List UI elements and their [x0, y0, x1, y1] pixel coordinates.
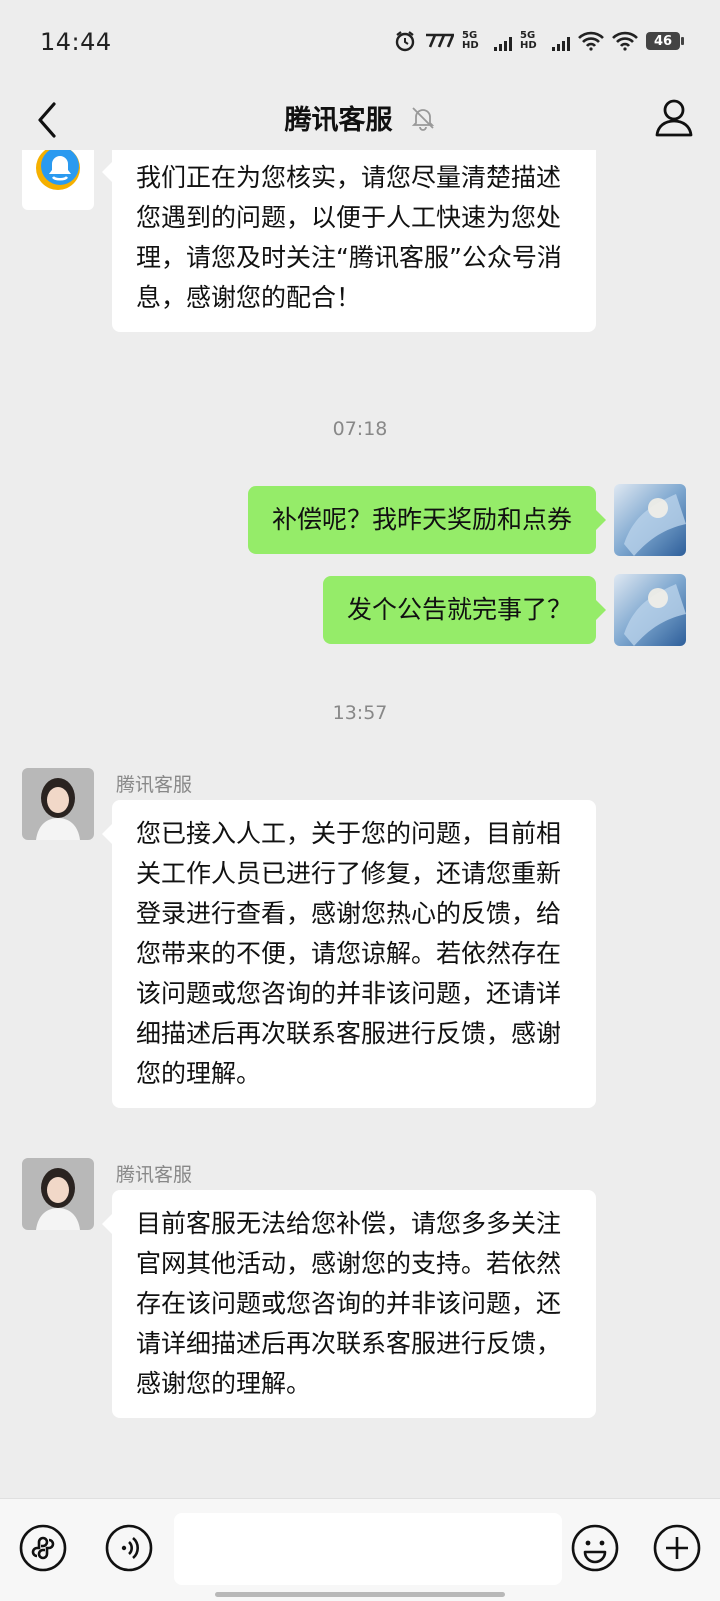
message-text: 补偿呢？我昨天奖励和点券: [271, 505, 572, 534]
profile-button[interactable]: [650, 94, 698, 142]
network-label-2: 5G HD: [520, 31, 570, 51]
emoji-icon: [571, 1524, 619, 1572]
person-icon: [655, 99, 693, 137]
timestamp: 13:57: [332, 702, 388, 724]
agent-photo: [22, 1158, 94, 1230]
signal-icon: [494, 37, 512, 51]
wifi-icon: [578, 31, 604, 51]
incoming-message[interactable]: 目前客服无法给您补偿，请您多多关注官网其他活动，感谢您的支持。若依然存在该问题或…: [102, 1190, 596, 1418]
message-text: 目前客服无法给您补偿，请您多多关注官网其他活动，感谢您的支持。若依然存在该问题或…: [136, 1209, 562, 1398]
chat-title: 腾讯客服: [284, 105, 393, 136]
chat-area[interactable]: 我们正在为您核实，请您尽量清楚描述您遇到的问题，以便于人工快速为您处理，请您及时…: [0, 150, 720, 1498]
alarm-icon: [395, 31, 415, 52]
user-avatar[interactable]: [614, 574, 686, 646]
user-avatar-image: [614, 484, 686, 556]
home-indicator[interactable]: [215, 1592, 505, 1597]
message-text: 您已接入人工，关于您的问题，目前相关工作人员已进行了修复，还请您重新登录进行查看…: [136, 819, 562, 1088]
outgoing-message[interactable]: 发个公告就完事了？: [322, 576, 607, 644]
wifi-icon: [612, 31, 638, 51]
sender-name: 腾讯客服: [116, 1164, 193, 1186]
tencent-logo-icon: [36, 150, 80, 190]
input-bar: [0, 1498, 720, 1601]
incoming-message[interactable]: 您已接入人工，关于您的问题，目前相关工作人员已进行了修复，还请您重新登录进行查看…: [102, 800, 596, 1108]
mini-program-icon: [19, 1524, 67, 1572]
agent-photo: [22, 768, 94, 840]
outgoing-message[interactable]: 补偿呢？我昨天奖励和点券: [247, 486, 607, 554]
message-text: 我们正在为您核实，请您尽量清楚描述您遇到的问题，以便于人工快速为您处理，请您及时…: [136, 163, 562, 312]
message-input[interactable]: [174, 1513, 562, 1585]
user-avatar-image: [614, 574, 686, 646]
agent-avatar[interactable]: [22, 768, 94, 840]
title-area: 腾讯客服: [0, 98, 720, 137]
agent-avatar[interactable]: [22, 1158, 94, 1230]
mini-program-button[interactable]: [18, 1523, 68, 1573]
user-avatar[interactable]: [614, 484, 686, 556]
status-icons: 5G HD 5G HD 46: [394, 30, 684, 52]
sender-name: 腾讯客服: [116, 774, 193, 796]
battery-indicator: 46: [646, 32, 684, 50]
incoming-message[interactable]: 我们正在为您核实，请您尽量清楚描述您遇到的问题，以便于人工快速为您处理，请您及时…: [102, 150, 596, 332]
status-time: 14:44: [40, 28, 112, 56]
mute-bell-icon: [411, 106, 434, 131]
status-bar: 14:44 5G HD 5G HD 46: [0, 0, 720, 88]
tencent-service-avatar[interactable]: [22, 150, 94, 210]
voice-button[interactable]: [104, 1523, 154, 1573]
emoji-button[interactable]: [570, 1523, 620, 1573]
signal-icon: [552, 37, 570, 51]
voice-icon: [105, 1524, 153, 1572]
more-button[interactable]: [652, 1523, 702, 1573]
carrier-icon: [426, 33, 454, 48]
plus-icon: [653, 1524, 701, 1572]
timestamp: 07:18: [332, 418, 388, 440]
network-label-1: 5G HD: [462, 31, 512, 51]
message-text: 发个公告就完事了？: [346, 595, 572, 624]
